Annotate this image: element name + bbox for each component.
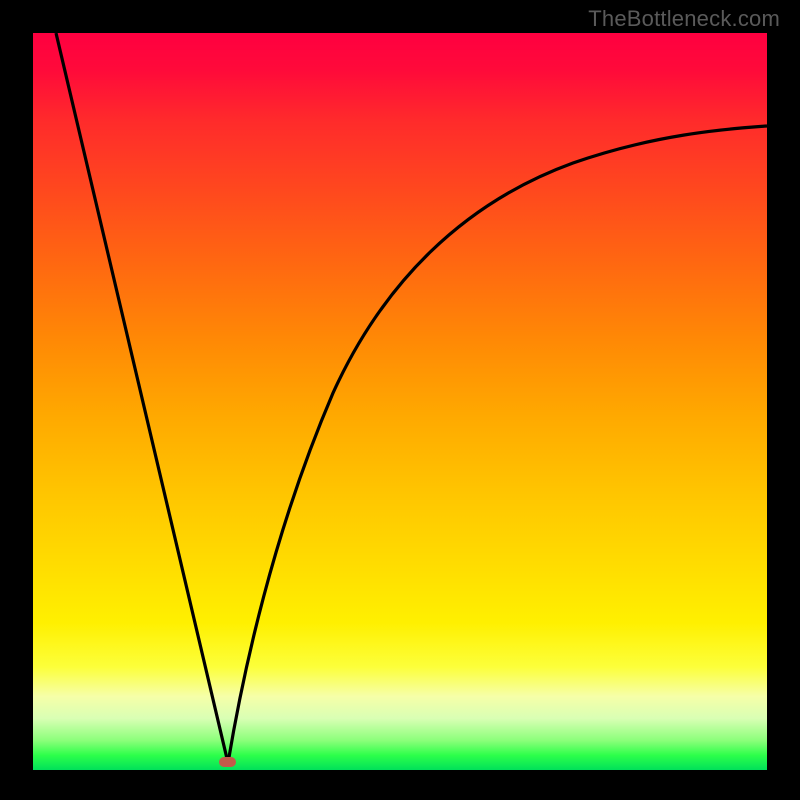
bottleneck-curve bbox=[33, 33, 767, 770]
watermark-text: TheBottleneck.com bbox=[588, 6, 780, 32]
chart-frame: TheBottleneck.com bbox=[0, 0, 800, 800]
optimal-marker bbox=[219, 757, 236, 767]
plot-area bbox=[33, 33, 767, 770]
curve-right-branch bbox=[228, 126, 767, 763]
curve-left-branch bbox=[56, 33, 228, 763]
